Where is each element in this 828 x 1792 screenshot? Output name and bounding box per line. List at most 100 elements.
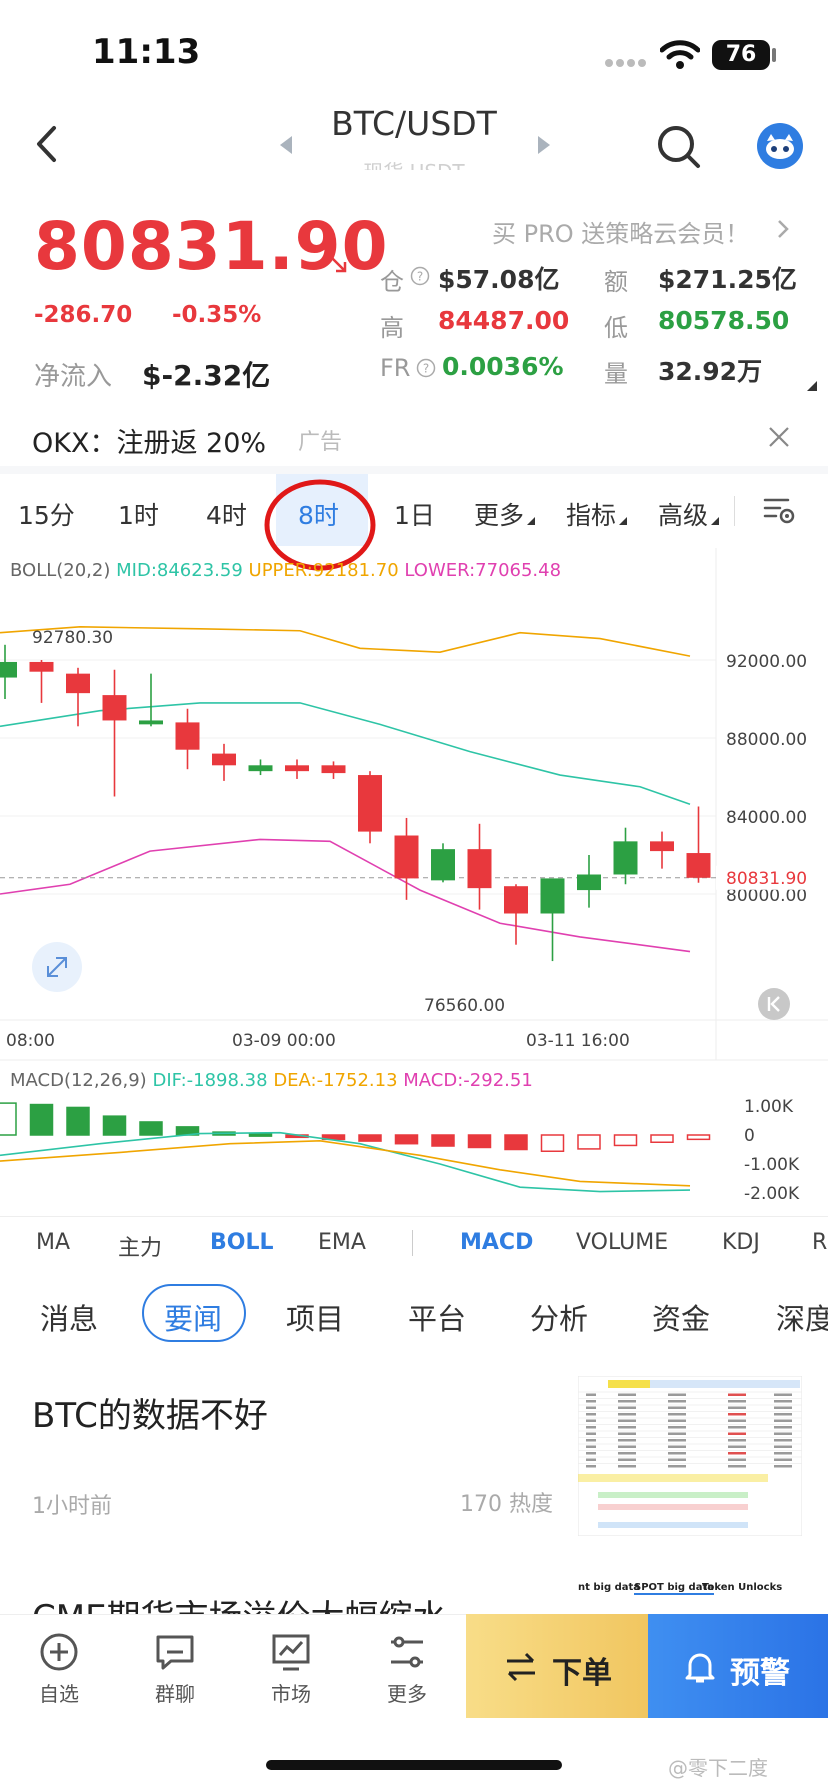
thumbnail-cell bbox=[586, 1465, 596, 1468]
candle-body bbox=[102, 695, 127, 721]
expand-chart-button[interactable] bbox=[32, 942, 82, 992]
interval-tab-advanced[interactable]: 高级 bbox=[658, 496, 708, 532]
news-title[interactable]: CME期货市场溢价大幅缩水 bbox=[32, 1590, 447, 1614]
news-tab-platform[interactable]: 平台 bbox=[408, 1296, 466, 1338]
thumbnail-cell bbox=[728, 1452, 746, 1455]
thumbnail-cell bbox=[668, 1393, 686, 1396]
oi-value: $57.08亿 bbox=[438, 265, 560, 294]
more-options-icon bbox=[391, 1636, 423, 1668]
thumbnail-cell bbox=[668, 1419, 686, 1422]
chevron-right-icon[interactable] bbox=[776, 218, 790, 240]
news-thumbnail[interactable]: nt big data SPOT big data Token Unlocks bbox=[578, 1578, 802, 1614]
thumbnail-cell bbox=[618, 1445, 636, 1448]
net-inflow-value: $-2.32亿 bbox=[142, 359, 271, 392]
thumbnail-cell bbox=[586, 1393, 596, 1396]
volume-value: 32.92万 bbox=[658, 357, 763, 386]
candle-body bbox=[139, 720, 163, 725]
news-thumbnail[interactable] bbox=[578, 1376, 802, 1536]
indicator-tab-ma[interactable]: MA bbox=[36, 1230, 70, 1255]
thumbnail-cell bbox=[586, 1413, 596, 1416]
candle-body bbox=[29, 661, 54, 672]
news-title[interactable]: BTC的数据不好 bbox=[32, 1388, 268, 1437]
high-label: 高 bbox=[380, 314, 404, 342]
bottom-nav-more[interactable]: 更多 bbox=[362, 1630, 452, 1707]
boll-label: BOLL(20,2) bbox=[10, 560, 111, 581]
thumbnail-cell bbox=[586, 1445, 596, 1448]
expand-corner-icon[interactable] bbox=[806, 380, 818, 392]
thumbnail-cell bbox=[728, 1458, 746, 1461]
indicator-tab-volume[interactable]: VOLUME bbox=[576, 1230, 668, 1255]
price-axis-label: 84000.00 bbox=[726, 808, 807, 828]
scroll-latest-button[interactable] bbox=[758, 988, 790, 1020]
fr-label: FR bbox=[380, 354, 411, 382]
thumbnail-cell bbox=[668, 1413, 686, 1416]
bottom-nav-watchlist[interactable]: 自选 bbox=[14, 1630, 104, 1707]
place-order-button[interactable]: 下单 bbox=[466, 1614, 648, 1718]
indicator-tab-main[interactable]: 主力 bbox=[118, 1230, 162, 1262]
section-divider bbox=[0, 466, 828, 474]
candle-body bbox=[577, 874, 601, 891]
indicator-tab-macd[interactable]: MACD bbox=[460, 1230, 533, 1255]
interval-tab-15m[interactable]: 15分 bbox=[18, 496, 75, 532]
news-tab-headlines[interactable]: 要闻 bbox=[164, 1296, 222, 1338]
macd-bar bbox=[394, 1134, 419, 1145]
interval-tab-4h[interactable]: 4时 bbox=[206, 496, 247, 532]
chart-settings-icon[interactable] bbox=[762, 494, 796, 526]
dropdown-marker-icon bbox=[711, 517, 719, 525]
thumbnail-cell bbox=[668, 1439, 686, 1442]
thumbnail-cell bbox=[618, 1419, 636, 1422]
news-tab-analysis[interactable]: 分析 bbox=[530, 1296, 588, 1338]
interval-tab-indicators[interactable]: 指标 bbox=[566, 496, 616, 532]
assistant-avatar-icon[interactable] bbox=[756, 122, 804, 170]
wifi-icon bbox=[660, 40, 700, 69]
chart-labels: 92000.0088000.0084000.0080000.0080831.90… bbox=[6, 628, 828, 1204]
search-icon[interactable] bbox=[656, 124, 702, 170]
indicator-tab-r[interactable]: R bbox=[812, 1230, 827, 1255]
indicator-tab-boll[interactable]: BOLL bbox=[210, 1230, 274, 1255]
bottom-nav-group-chat[interactable]: 群聊 bbox=[130, 1630, 220, 1707]
pair-subtitle: 现货 USDT bbox=[0, 156, 828, 170]
battery-tip bbox=[772, 48, 776, 62]
interval-tab-1d[interactable]: 1日 bbox=[394, 496, 435, 532]
news-tab-projects[interactable]: 项目 bbox=[286, 1296, 344, 1338]
macd-axis-label: -1.00K bbox=[744, 1155, 800, 1175]
macd-dea: DEA:-1752.13 bbox=[273, 1070, 398, 1091]
thumbnail-cell bbox=[728, 1419, 746, 1422]
volume-label: 量 bbox=[604, 360, 628, 388]
fr-info-icon[interactable]: ? bbox=[416, 358, 436, 378]
interval-tab-1h[interactable]: 1时 bbox=[118, 496, 159, 532]
ad-text[interactable]: OKX：注册返 20% bbox=[32, 421, 266, 460]
news-tab-depth[interactable]: 深度 bbox=[776, 1296, 828, 1338]
interval-tab-more[interactable]: 更多 bbox=[474, 496, 524, 532]
thumbnail-cell bbox=[668, 1406, 686, 1409]
close-ad-icon[interactable] bbox=[768, 426, 790, 448]
news-time: 1小时前 bbox=[32, 1494, 112, 1519]
price-alert-button[interactable]: 预警 bbox=[648, 1614, 828, 1718]
macd-bar bbox=[577, 1134, 601, 1150]
thumbnail-cell bbox=[618, 1406, 636, 1409]
low-marker-label: 76560.00 bbox=[424, 996, 505, 1016]
low-label: 低 bbox=[604, 314, 628, 342]
thumbnail-cell bbox=[728, 1426, 746, 1429]
candle-body bbox=[212, 753, 236, 766]
thumbnail-cell bbox=[586, 1452, 596, 1455]
macd-dif: DIF:-1898.38 bbox=[152, 1070, 268, 1091]
news-tab-messages[interactable]: 消息 bbox=[40, 1296, 98, 1338]
thumbnail-cell bbox=[728, 1445, 746, 1448]
next-pair-icon[interactable] bbox=[536, 134, 552, 156]
price-down-arrow-icon bbox=[329, 255, 347, 273]
bottom-nav-market[interactable]: 市场 bbox=[246, 1630, 336, 1707]
add-circle-icon bbox=[40, 1633, 78, 1671]
kline-chart[interactable]: 92000.0088000.0084000.0080000.0080831.90… bbox=[0, 548, 828, 1218]
indicator-tab-ema[interactable]: EMA bbox=[318, 1230, 366, 1255]
candle-body bbox=[540, 878, 565, 914]
candle-body bbox=[175, 722, 200, 750]
price-change-pct: -0.35% bbox=[172, 302, 262, 328]
thumbnail-cell bbox=[728, 1413, 746, 1416]
indicator-tab-kdj[interactable]: KDJ bbox=[722, 1230, 760, 1255]
thumbnail-tab: nt big data bbox=[578, 1582, 641, 1593]
pair-title[interactable]: BTC/USDT bbox=[0, 104, 828, 143]
info-icon[interactable]: ? bbox=[410, 266, 430, 286]
pro-promo-link[interactable]: 买 PRO 送策略云会员！ bbox=[492, 214, 749, 249]
news-tab-funds[interactable]: 资金 bbox=[652, 1296, 710, 1338]
